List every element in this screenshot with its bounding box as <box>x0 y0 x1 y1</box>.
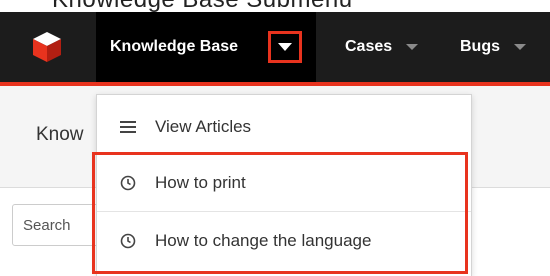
cropped-caption: Knowledge Base Submenu <box>0 0 550 12</box>
nav-item-knowledge-base[interactable]: Knowledge Base <box>110 12 238 82</box>
knowledge-base-dropdown-toggle[interactable] <box>268 31 302 63</box>
nav-label: Cases <box>345 38 393 55</box>
caret-down-icon[interactable] <box>514 44 526 50</box>
caret-down-icon[interactable] <box>406 44 419 50</box>
nav-item-cases[interactable]: Cases <box>345 12 419 82</box>
caption-text: Knowledge Base Submenu <box>52 0 353 12</box>
nav-item-bugs[interactable]: Bugs <box>460 12 526 82</box>
app-logo-icon[interactable] <box>30 30 64 64</box>
list-icon <box>119 118 137 136</box>
nav-label: Bugs <box>460 38 500 55</box>
recent-items-highlight-box <box>92 152 468 274</box>
menu-item-label: View Articles <box>155 117 252 136</box>
menu-item-view-articles[interactable]: View Articles <box>97 105 471 149</box>
nav-label: Knowledge Base <box>110 38 239 55</box>
top-navbar: Knowledge Base Cases Bugs <box>0 12 550 82</box>
caret-down-icon <box>278 43 292 51</box>
page-title: Know <box>36 124 84 145</box>
